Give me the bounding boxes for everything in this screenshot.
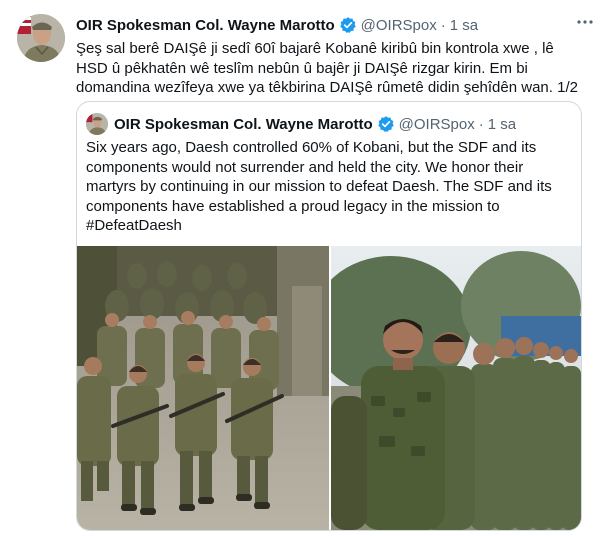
tweet-timestamp[interactable]: 1 sa xyxy=(450,17,478,34)
quoted-tweet-header: OIR Spokesman Col. Wayne Marotto @OIRSpo… xyxy=(86,112,516,136)
author-name[interactable]: OIR Spokesman Col. Wayne Marotto xyxy=(76,17,335,34)
media-grid xyxy=(77,246,581,530)
more-horizontal-icon[interactable] xyxy=(576,13,594,36)
quoted-tweet[interactable]: OIR Spokesman Col. Wayne Marotto @OIRSpo… xyxy=(76,101,582,531)
author-handle[interactable]: @OIRSpox xyxy=(361,17,437,34)
separator-dot: · xyxy=(440,16,446,34)
media-photo-fighters-lineup[interactable] xyxy=(331,246,581,530)
quoted-separator-dot: · xyxy=(478,115,484,133)
tweet-text: Şeş sal berê DAIŞê ji sedî 60î bajarê Ko… xyxy=(76,40,578,96)
author-avatar[interactable] xyxy=(17,14,65,62)
quoted-author-handle: @OIRSpox xyxy=(398,115,475,133)
quoted-tweet-text: Six years ago, Daesh controlled 60% of K… xyxy=(86,139,552,234)
quoted-verified-badge-icon xyxy=(377,115,395,133)
quoted-tweet-timestamp: 1 sa xyxy=(487,115,517,133)
verified-badge-icon xyxy=(339,16,357,34)
tweet-header: OIR Spokesman Col. Wayne Marotto @OIRSpo… xyxy=(76,14,590,36)
media-photo-marching-fighters[interactable] xyxy=(77,246,329,530)
quoted-author-name: OIR Spokesman Col. Wayne Marotto xyxy=(114,115,373,133)
quoted-author-avatar xyxy=(86,113,108,135)
